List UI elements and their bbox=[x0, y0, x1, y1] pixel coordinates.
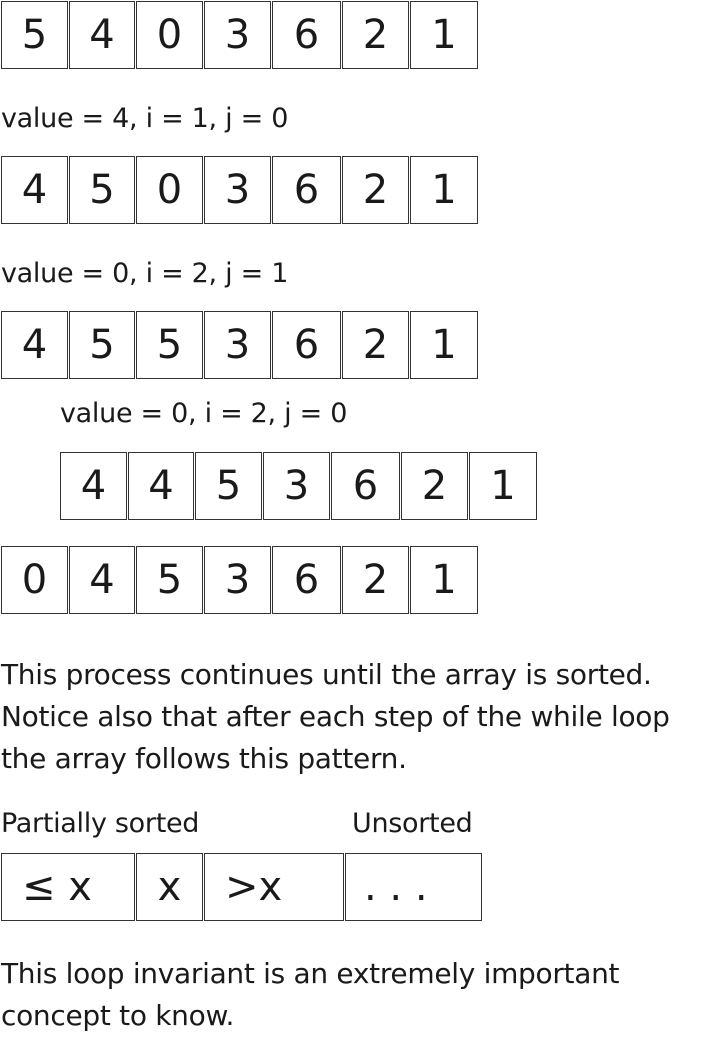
array-cell: 5 bbox=[1, 1, 68, 69]
less-equal-x-cell: ≤ x bbox=[1, 853, 135, 921]
array-cell: 3 bbox=[204, 546, 271, 614]
unsorted-cell: . . . bbox=[345, 853, 482, 921]
array-row: 5 4 0 3 6 2 1 bbox=[1, 1, 479, 69]
array-cell: 5 bbox=[136, 311, 203, 379]
array-cell: 5 bbox=[136, 546, 203, 614]
explanation-paragraph: This process continues until the array i… bbox=[1, 654, 670, 780]
array-cell: 6 bbox=[272, 156, 341, 224]
array-cell: 6 bbox=[272, 546, 341, 614]
array-cell: 1 bbox=[410, 1, 478, 69]
array-cell: 0 bbox=[1, 546, 68, 614]
array-cell: 0 bbox=[136, 156, 203, 224]
step-label: value = 0, i = 2, j = 0 bbox=[60, 398, 348, 429]
x-cell: x bbox=[136, 853, 203, 921]
array-cell: 3 bbox=[204, 311, 271, 379]
paragraph-line: concept to know. bbox=[1, 999, 235, 1032]
greater-x-cell: >x bbox=[204, 853, 344, 921]
partially-sorted-label: Partially sorted bbox=[1, 808, 200, 839]
conclusion-paragraph: This loop invariant is an extremely impo… bbox=[1, 953, 620, 1037]
paragraph-line: Notice also that after each step of the … bbox=[1, 700, 670, 733]
array-cell: 2 bbox=[342, 1, 409, 69]
array-cell: 4 bbox=[128, 452, 194, 520]
array-row: 4 5 0 3 6 2 1 bbox=[1, 156, 479, 224]
array-cell: 4 bbox=[69, 546, 135, 614]
array-cell: 2 bbox=[342, 546, 409, 614]
array-cell: 4 bbox=[1, 311, 68, 379]
array-cell: 1 bbox=[410, 311, 478, 379]
array-row: 4 5 5 3 6 2 1 bbox=[1, 311, 479, 379]
array-row: 4 4 5 3 6 2 1 bbox=[60, 452, 538, 520]
array-cell: 5 bbox=[69, 156, 135, 224]
array-cell: 0 bbox=[136, 1, 203, 69]
array-cell: 4 bbox=[60, 452, 127, 520]
array-cell: 1 bbox=[410, 546, 478, 614]
array-cell: 6 bbox=[272, 311, 341, 379]
array-cell: 5 bbox=[195, 452, 262, 520]
array-cell: 3 bbox=[204, 1, 271, 69]
paragraph-line: This loop invariant is an extremely impo… bbox=[1, 957, 620, 990]
array-cell: 4 bbox=[1, 156, 68, 224]
array-cell: 6 bbox=[272, 1, 341, 69]
invariant-pattern-row: ≤ x x >x . . . bbox=[1, 853, 483, 921]
unsorted-label: Unsorted bbox=[352, 808, 473, 839]
array-cell: 2 bbox=[342, 156, 409, 224]
array-cell: 3 bbox=[263, 452, 330, 520]
array-cell: 4 bbox=[69, 1, 135, 69]
array-row: 0 4 5 3 6 2 1 bbox=[1, 546, 479, 614]
array-cell: 2 bbox=[342, 311, 409, 379]
step-label: value = 0, i = 2, j = 1 bbox=[1, 258, 289, 289]
array-cell: 1 bbox=[410, 156, 478, 224]
array-cell: 1 bbox=[469, 452, 537, 520]
array-cell: 2 bbox=[401, 452, 468, 520]
array-cell: 3 bbox=[204, 156, 271, 224]
array-cell: 6 bbox=[331, 452, 400, 520]
array-cell: 5 bbox=[69, 311, 135, 379]
paragraph-line: the array follows this pattern. bbox=[1, 742, 407, 775]
paragraph-line: This process continues until the array i… bbox=[1, 658, 652, 691]
step-label: value = 4, i = 1, j = 0 bbox=[1, 103, 289, 134]
